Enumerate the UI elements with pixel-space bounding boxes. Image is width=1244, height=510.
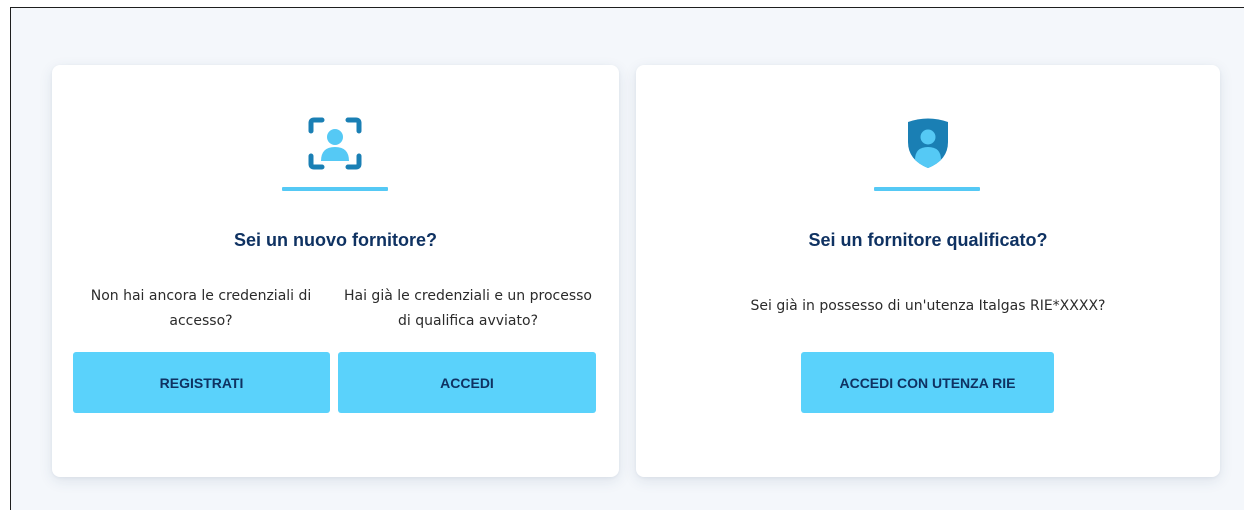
- login-button[interactable]: ACCEDI: [338, 352, 596, 413]
- new-supplier-title: Sei un nuovo fornitore?: [234, 230, 437, 250]
- new-supplier-card: Sei un nuovo fornitore? Non hai ancora l…: [52, 65, 619, 477]
- rie-account-text: Sei già in possesso di un'utenza Italgas…: [750, 298, 1106, 314]
- qualified-supplier-title: Sei un fornitore qualificato?: [808, 230, 1048, 250]
- qualified-supplier-card: Sei un fornitore qualificato? Sei già in…: [636, 65, 1220, 477]
- has-credentials-text: Hai già le credenziali e un processo di …: [343, 288, 592, 329]
- no-credentials-text: Non hai ancora le credenziali di accesso…: [90, 288, 312, 329]
- user-scan-icon: [307, 116, 363, 172]
- register-button[interactable]: REGISTRATI: [73, 352, 330, 413]
- user-shield-icon: [900, 116, 956, 172]
- page-background: Sei un nuovo fornitore? Non hai ancora l…: [10, 7, 1244, 510]
- login-rie-button[interactable]: ACCEDI CON UTENZA RIE: [801, 352, 1054, 413]
- accent-divider: [282, 187, 388, 191]
- accent-divider: [874, 187, 980, 191]
